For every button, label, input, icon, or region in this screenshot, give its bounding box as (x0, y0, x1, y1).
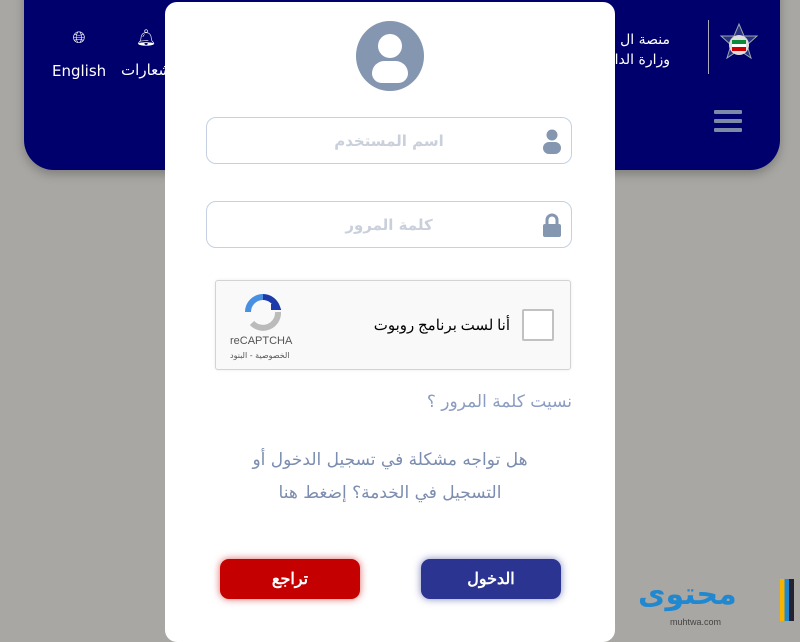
recaptcha-icon (245, 294, 282, 331)
ministry-seal-logo (719, 22, 759, 60)
lock-icon (543, 213, 561, 237)
brand-divider (708, 20, 709, 74)
recaptcha-links[interactable]: الخصوصية - البنود (230, 351, 290, 360)
language-switch[interactable]: 🌐︎ English (52, 28, 106, 80)
brand-line-2: وزارة الدا (614, 52, 670, 68)
password-input[interactable]: كلمة المرور (206, 201, 572, 248)
login-button[interactable]: الدخول (421, 559, 561, 599)
user-icon (543, 129, 561, 154)
recaptcha-brand: reCAPTCHA (230, 335, 293, 347)
notifications-label: شعارات (121, 61, 171, 79)
recaptcha-checkbox[interactable] (522, 309, 554, 341)
user-avatar-icon (356, 21, 424, 91)
login-modal: اسم المستخدم كلمة المرور أنا لست برنامج … (165, 2, 615, 642)
forgot-password-link[interactable]: نسيت كلمة المرور ؟ (427, 392, 572, 412)
username-input[interactable]: اسم المستخدم (206, 117, 572, 164)
recaptcha-label: أنا لست برنامج روبوت (373, 318, 510, 334)
back-button[interactable]: تراجع (220, 559, 360, 599)
language-label: English (52, 62, 107, 80)
password-placeholder: كلمة المرور (345, 215, 433, 234)
help-text-line-1[interactable]: هل تواجه مشكلة في تسجيل الدخول أو (165, 450, 615, 470)
watermark-text: محتوى (638, 577, 737, 612)
pencil-icon (780, 579, 794, 621)
username-placeholder: اسم المستخدم (334, 131, 444, 150)
help-text-line-2[interactable]: التسجيل في الخدمة؟ إضغط هنا (165, 483, 615, 503)
watermark-url: muhtwa.com (670, 617, 722, 627)
brand-title: منصة ال وزارة الدا (615, 30, 670, 70)
recaptcha-widget: أنا لست برنامج روبوت reCAPTCHA الخصوصية … (215, 280, 571, 370)
hamburger-icon[interactable] (714, 110, 742, 137)
brand-line-1: منصة ال (620, 32, 670, 48)
watermark-logo: محتوى muhtwa.com (630, 575, 800, 630)
globe-icon: 🌐︎ (72, 28, 86, 47)
